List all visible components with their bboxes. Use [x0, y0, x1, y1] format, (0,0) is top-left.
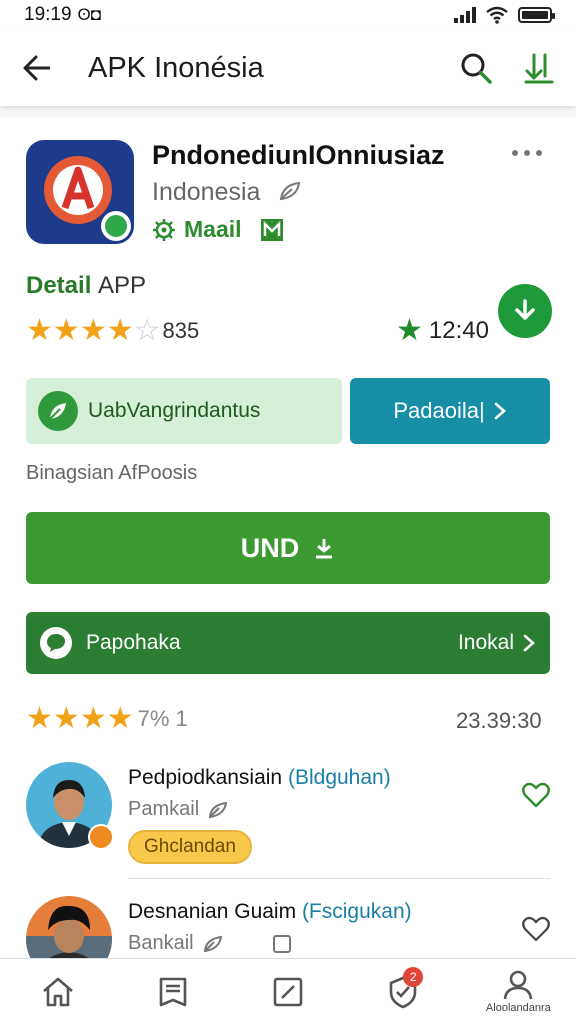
review-meta-label: Bankail: [128, 932, 194, 954]
teal-action-button[interactable]: Padaoila|: [350, 378, 550, 444]
nav-profile-label: Aloolandanra: [485, 1001, 551, 1014]
verified-leaf-icon: [280, 181, 301, 201]
mail-badge-icon: [260, 218, 283, 241]
review-item: Desnanian Guaim (Fscigukan) Bankail: [0, 896, 576, 958]
bottom-nav: 2 Aloolandanra: [0, 958, 576, 1024]
star-icon: ★: [106, 314, 134, 347]
checkbox-icon[interactable]: [272, 934, 292, 954]
star-icon: ★: [52, 702, 80, 735]
review-author: Pedpiodkansiain (Bldguhan): [128, 766, 391, 790]
back-arrow-icon[interactable]: [22, 55, 50, 81]
nav-edit[interactable]: [258, 967, 318, 1017]
star-icon: ★: [79, 314, 107, 347]
page-title: APK Inonésia: [88, 51, 264, 84]
verified-badge-icon: [88, 824, 114, 850]
review-meta: Pamkail: [128, 798, 229, 821]
leaf-icon: [209, 801, 228, 818]
secondary-rating-value: 12:40: [428, 317, 489, 344]
developer-row[interactable]: Maail: [152, 216, 284, 243]
detail-label: Detail: [26, 272, 92, 299]
download-sort-icon[interactable]: [524, 52, 554, 84]
nav-shield[interactable]: 2: [373, 966, 433, 1017]
review-author: Desnanian Guaim (Fscigukan): [128, 900, 412, 924]
chat-bubble-icon: [40, 627, 72, 659]
gear-icon: [153, 218, 175, 241]
reviews-summary: ★ ★ ★ ★ 7% 1: [26, 704, 188, 734]
install-button[interactable]: UND: [26, 512, 550, 584]
review-meta: Bankail: [128, 932, 292, 955]
nav-list[interactable]: [143, 967, 203, 1017]
download-arrow-icon: [515, 299, 535, 320]
secondary-action-label: UabVangrindantus: [88, 399, 261, 422]
heart-icon[interactable]: [522, 782, 550, 813]
star-icon: ★: [26, 314, 53, 347]
review-author-name: Pedpiodkansiain: [128, 766, 283, 789]
rating-stars: ★ ★ ★ ★ ☆ 835: [26, 316, 199, 346]
wifi-icon: [486, 6, 508, 24]
download-icon: [316, 539, 333, 559]
app-name: PndonediunIOnniusiaz: [152, 140, 445, 170]
chevron-right-icon: [494, 402, 506, 420]
signal-icon: [454, 7, 476, 23]
edit-icon: [273, 977, 303, 1006]
star-icon: ★: [79, 702, 107, 735]
reviews-count: 7% 1: [137, 706, 188, 731]
secondary-rating: ★ 12:40: [396, 316, 489, 346]
secondary-action-button[interactable]: UabVangrindantus: [26, 378, 342, 444]
app-icon: [26, 140, 134, 244]
developer-name: Maail: [184, 216, 242, 242]
status-time: 19:19: [24, 4, 72, 25]
chat-action-label: Papohaka: [86, 631, 181, 654]
search-icon[interactable]: [460, 52, 492, 84]
review-author-tag: (Bldguhan): [287, 766, 391, 789]
list-icon: [159, 977, 187, 1006]
review-meta-label: Pamkail: [128, 798, 200, 820]
status-bar: 19:19 ʘ◘: [0, 0, 576, 30]
star-icon: ★: [396, 314, 423, 347]
review-divider: [128, 878, 550, 879]
status-icons: ʘ◘: [77, 5, 102, 24]
leaf-icon: [203, 935, 222, 952]
more-options-icon[interactable]: [512, 150, 542, 156]
detail-heading: Detail APP: [26, 272, 146, 300]
detail-sublabel: APP: [98, 272, 147, 299]
review-author-tag: (Fscigukan): [301, 900, 412, 923]
meta-text: Binagsian AfPoosis: [26, 462, 198, 484]
app-country: Indonesia: [152, 178, 303, 207]
nav-home[interactable]: [28, 967, 88, 1017]
star-icon: ★: [106, 702, 134, 735]
chat-action-right-label: Inokal: [457, 631, 514, 654]
leaf-icon: [38, 391, 78, 431]
heart-icon[interactable]: [522, 916, 550, 947]
reviews-timestamp: 23.39:30: [456, 708, 542, 733]
notification-badge: 2: [403, 966, 424, 987]
battery-icon: [518, 7, 555, 23]
review-item: Pedpiodkansiain (Bldguhan) Pamkail Ghcla…: [0, 762, 576, 882]
chevron-right-icon: [523, 634, 535, 652]
chat-action-button[interactable]: Papohaka Inokal: [26, 612, 550, 674]
avatar[interactable]: [26, 896, 112, 958]
profile-icon: [504, 970, 533, 999]
home-icon: [42, 977, 73, 1006]
nav-profile[interactable]: Aloolandanra: [485, 967, 551, 1017]
app-bar: APK Inonésia: [0, 30, 576, 106]
review-badge: Ghclandan: [128, 830, 252, 864]
rating-count: 835: [162, 318, 200, 343]
star-empty-icon: ☆: [133, 314, 161, 347]
star-icon: ★: [26, 702, 53, 735]
install-label: UND: [240, 532, 300, 563]
teal-action-label: Padaoila|: [393, 398, 485, 423]
review-author-name: Desnanian Guaim: [128, 900, 297, 923]
app-country-label: Indonesia: [152, 178, 261, 206]
star-icon: ★: [52, 314, 80, 347]
download-fab[interactable]: [498, 284, 552, 338]
